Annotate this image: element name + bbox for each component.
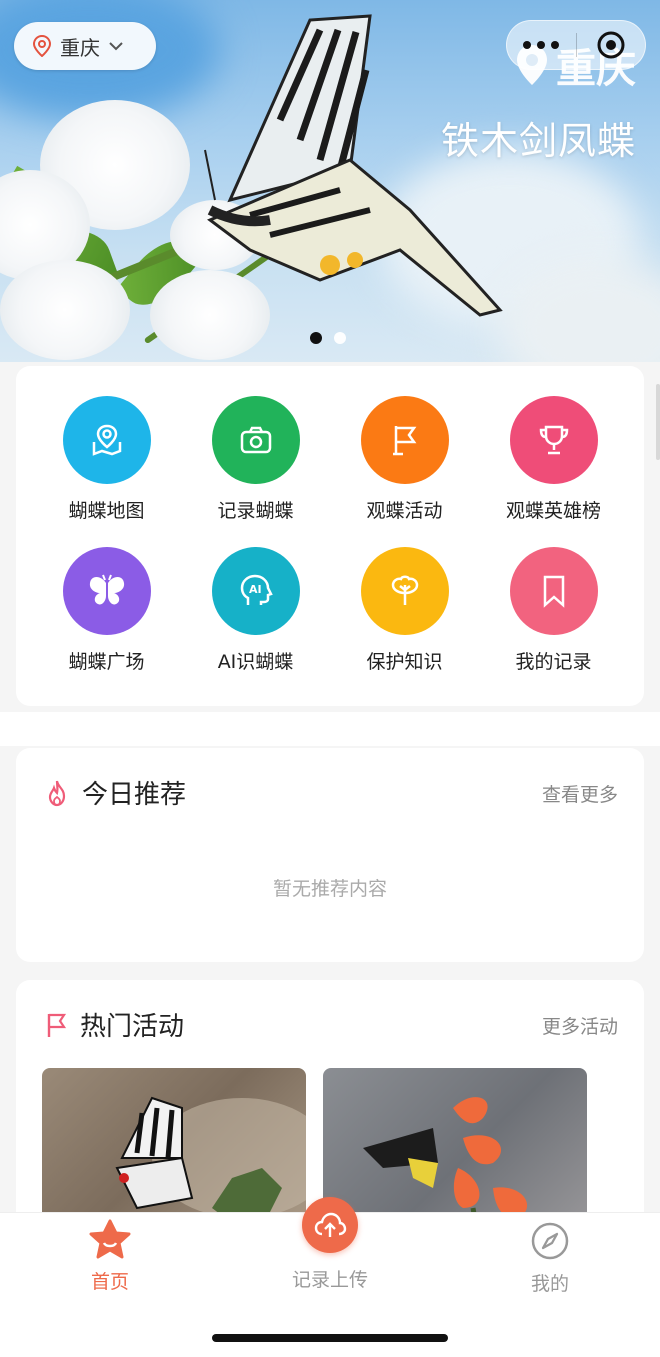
pager-dot-active [310,332,322,344]
recommend-title: 今日推荐 [82,780,187,810]
scrollbar-thumb[interactable] [656,384,660,460]
grid-item-activities[interactable]: 观蝶活动 [330,396,479,523]
svg-text:AI: AI [249,583,262,596]
butterfly-image [204,14,503,317]
banner-pager [310,332,346,344]
grid-item-butterfly-map[interactable]: 蝴蝶地图 [32,396,181,523]
grid-item-ai-identify[interactable]: AI AI识蝴蝶 [181,547,330,674]
grid-item-my-records[interactable]: 我的记录 [479,547,628,674]
chevron-down-icon [109,42,123,51]
recommend-more-link[interactable]: 查看更多 [542,780,618,807]
home-indicator [212,1334,448,1342]
section-spacer [0,712,660,746]
location-label: 重庆 [60,35,100,60]
activities-more-link[interactable]: 更多活动 [542,1012,618,1039]
tab-upload[interactable]: 记录上传 [250,1197,410,1292]
grid-label: 观蝶活动 [366,500,443,522]
grid-label: 保护知识 [366,651,443,673]
camera-icon [211,396,300,484]
flag-icon [360,396,449,484]
grid-label: 蝴蝶地图 [68,500,145,522]
grid-item-butterfly-square[interactable]: 蝴蝶广场 [32,547,181,674]
home-star-icon [89,1219,131,1259]
butterfly-icon [62,547,151,635]
recommend-header: 今日推荐 [44,774,186,811]
tab-home[interactable]: 首页 [30,1219,190,1294]
more-icon[interactable] [507,41,576,49]
grid-label: 我的记录 [515,651,592,673]
species-name: 铁木剑凤蝶 [440,119,636,163]
recommend-card: 今日推荐 查看更多 暂无推荐内容 [16,748,644,962]
location-pin-icon [32,35,52,57]
bookmark-icon [509,547,598,635]
tab-mine-label: 我的 [530,1273,569,1295]
pager-dot [334,332,346,344]
flame-icon [48,780,66,806]
tab-mine[interactable]: 我的 [470,1221,630,1296]
recommend-empty-text: 暂无推荐内容 [272,878,387,900]
location-selector[interactable]: 重庆 [14,22,156,70]
grid-label: 观蝶英雄榜 [505,500,601,522]
trophy-icon [509,396,598,484]
tree-icon [360,547,449,635]
flag-outline-icon [47,1013,67,1037]
close-target-icon[interactable] [577,30,646,60]
cloud-upload-icon [302,1197,358,1253]
ai-head-icon: AI [211,547,300,635]
grid-item-leaderboard[interactable]: 观蝶英雄榜 [479,396,628,523]
grid-label: 记录蝴蝶 [217,500,294,522]
activities-title: 热门活动 [80,1012,185,1042]
map-pin-icon [62,396,151,484]
grid-item-protection-knowledge[interactable]: 保护知识 [330,547,479,674]
hero-banner[interactable]: 重庆 重庆 铁木剑凤蝶 [0,0,660,362]
tab-home-label: 首页 [90,1271,129,1293]
activities-header: 热门活动 [44,1006,184,1043]
miniprogram-capsule[interactable] [506,20,646,70]
tab-upload-label: 记录上传 [291,1269,368,1291]
feature-grid-card: 蝴蝶地图 记录蝴蝶 观蝶活动 观蝶英雄榜 蝴蝶广场 AI AI识蝴蝶 保护知识 … [16,366,644,706]
compass-icon [531,1222,569,1260]
grid-label: AI识蝴蝶 [217,651,294,673]
grid-item-record-butterfly[interactable]: 记录蝴蝶 [181,396,330,523]
grid-label: 蝴蝶广场 [68,651,145,673]
